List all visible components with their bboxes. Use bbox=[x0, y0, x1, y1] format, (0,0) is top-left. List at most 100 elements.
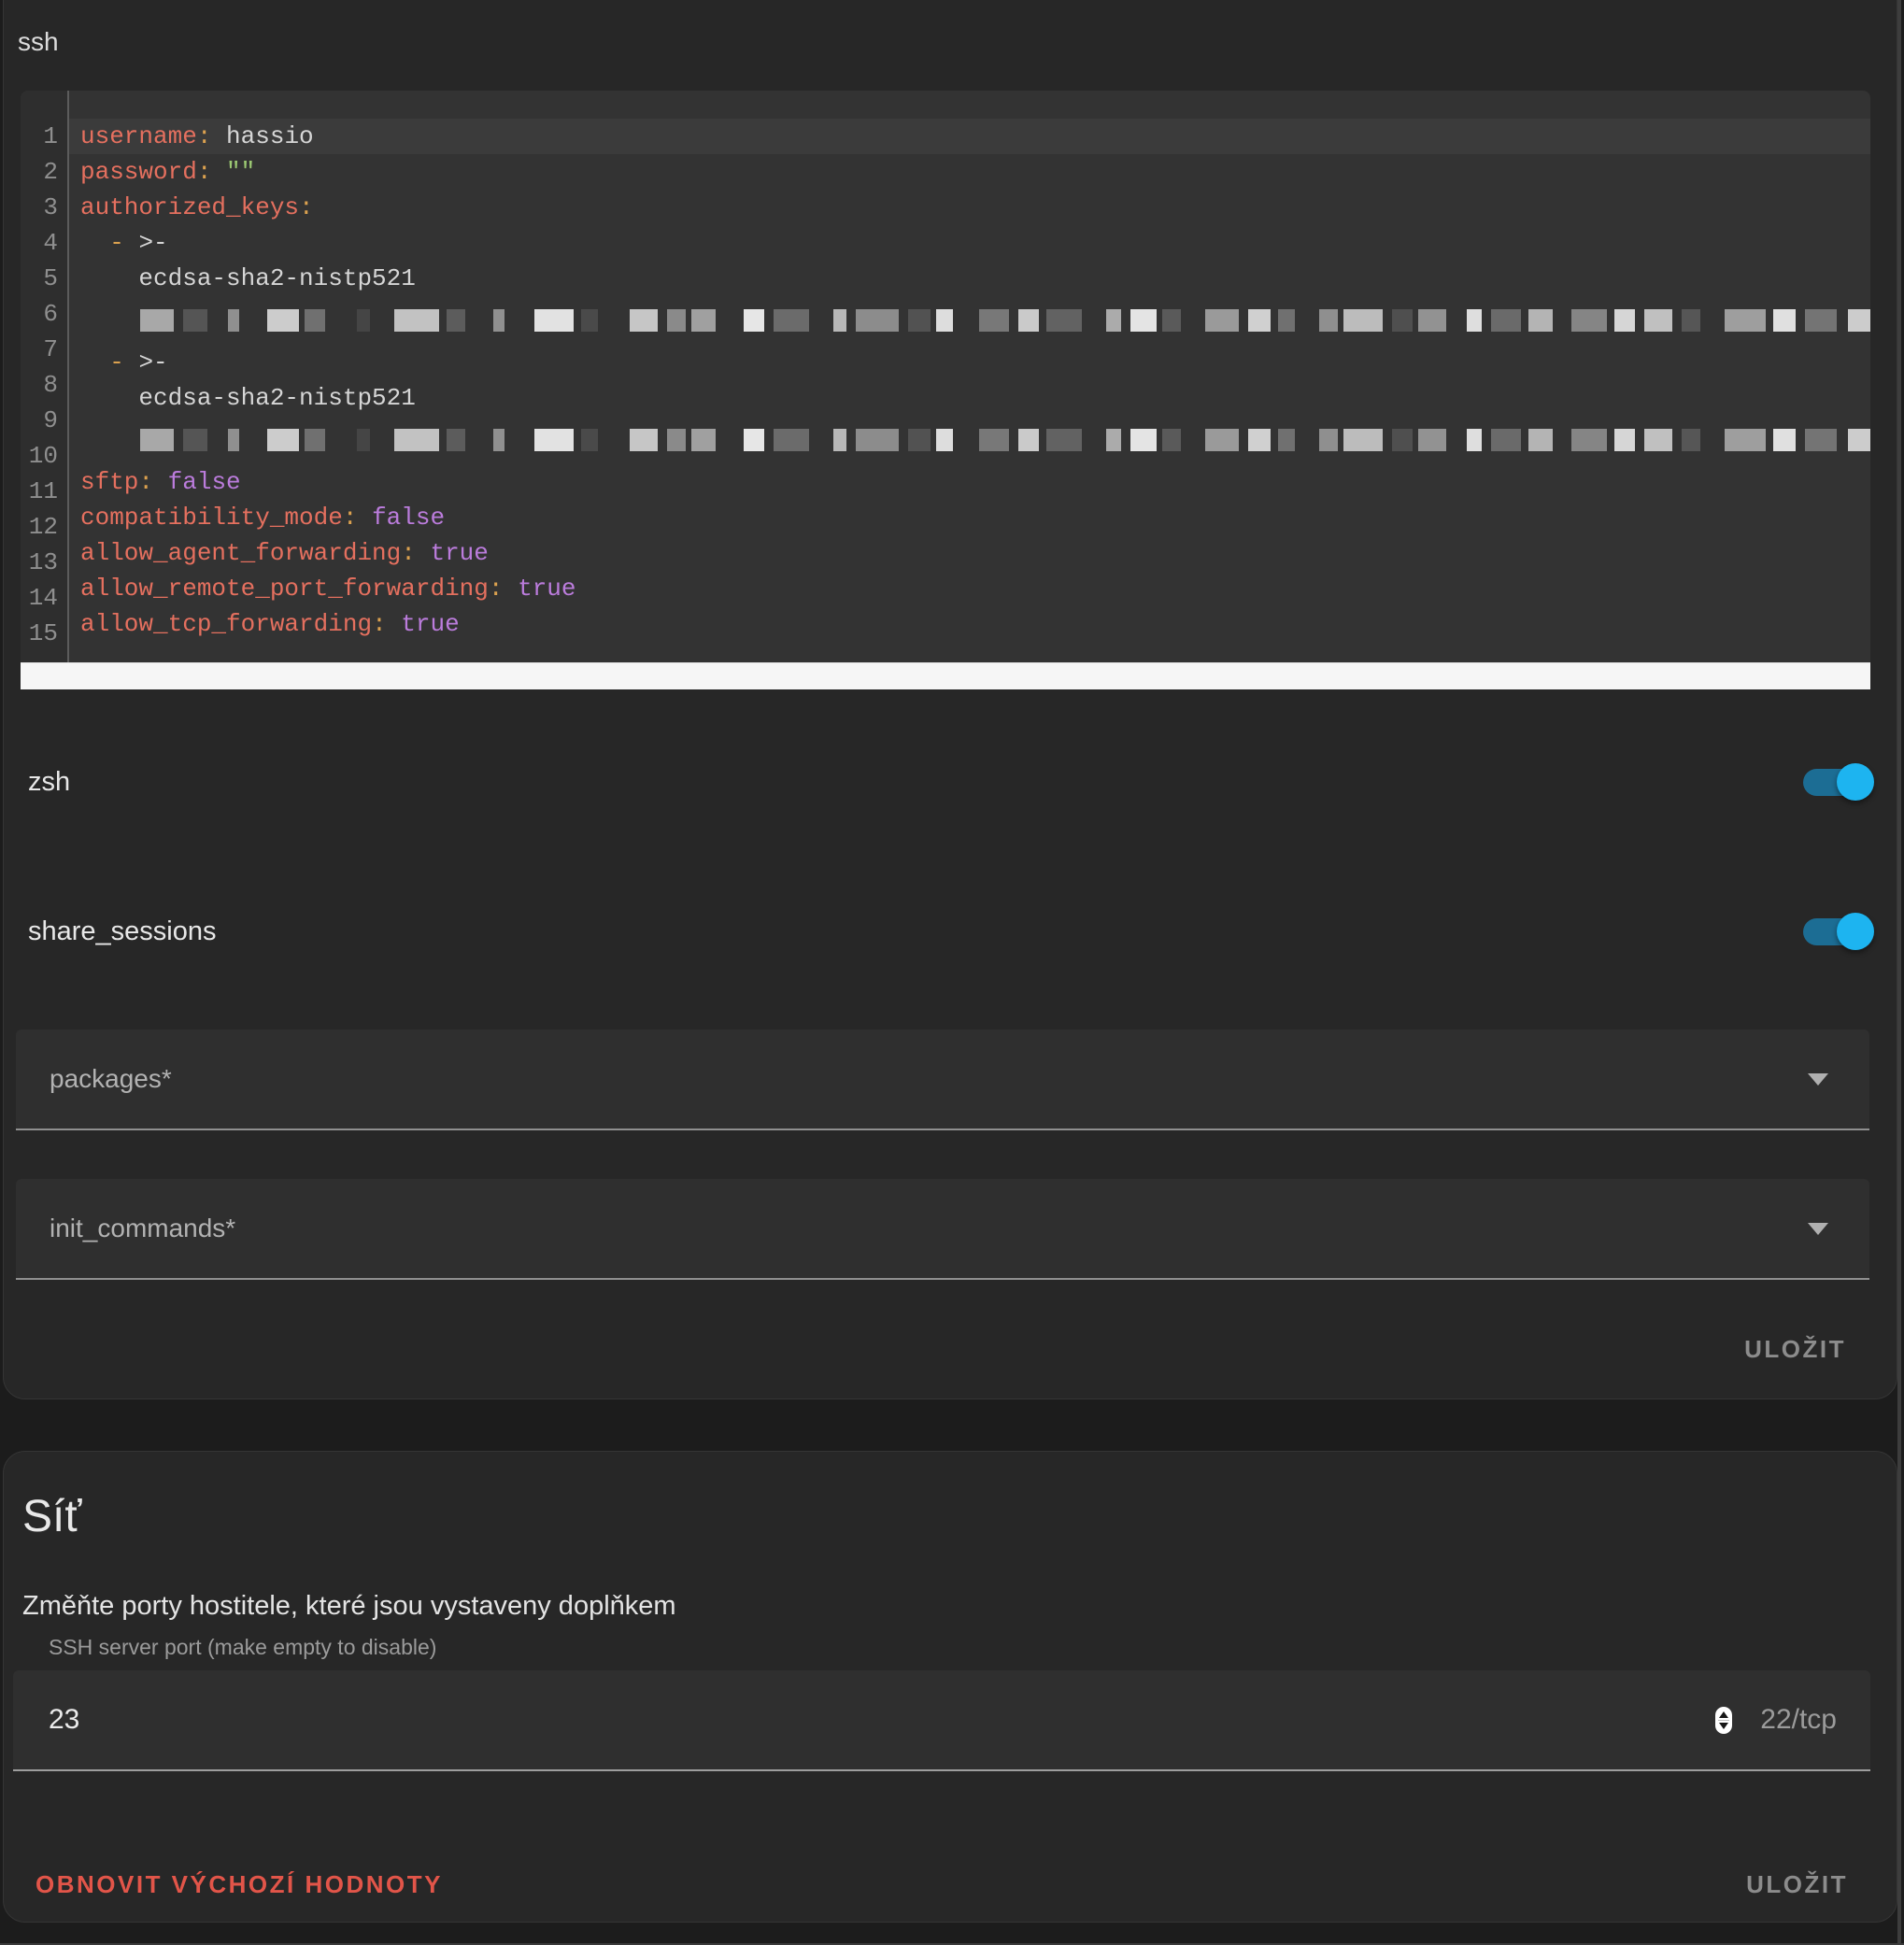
token-bool: true bbox=[387, 610, 460, 638]
ssh-port-value[interactable]: 23 bbox=[13, 1704, 1715, 1736]
redacted-block bbox=[744, 429, 764, 451]
redacted-ssh-key bbox=[140, 309, 1870, 332]
editor-line: - >- bbox=[69, 345, 1870, 380]
redacted-block bbox=[493, 429, 504, 451]
token-bool: true bbox=[416, 539, 489, 567]
line-number: 4 bbox=[21, 225, 58, 261]
toggle-thumb bbox=[1837, 913, 1874, 950]
redacted-block bbox=[833, 309, 846, 332]
redacted-block bbox=[357, 429, 370, 451]
redacted-block bbox=[1392, 309, 1413, 332]
save-config-button[interactable]: ULOŽIT bbox=[1727, 1322, 1863, 1377]
save-network-button[interactable]: ULOŽIT bbox=[1729, 1857, 1865, 1912]
token-plain: ecdsa-sha2-nistp521 bbox=[80, 384, 416, 412]
redacted-block bbox=[1614, 309, 1635, 332]
redacted-block bbox=[1130, 429, 1157, 451]
ssh-port-input[interactable]: 23 22/tcp bbox=[13, 1670, 1870, 1771]
redacted-block bbox=[630, 309, 658, 332]
redacted-block bbox=[979, 309, 1009, 332]
token-bool: false bbox=[153, 468, 241, 496]
page-scrollbar[interactable] bbox=[1897, 0, 1901, 1945]
token-key: compatibility_mode bbox=[80, 504, 343, 532]
yaml-config-editor[interactable]: 123456789101112131415 username: hassiopa… bbox=[21, 91, 1870, 689]
redacted-block bbox=[1805, 309, 1837, 332]
token-string: "" bbox=[211, 158, 255, 186]
redacted-block bbox=[447, 429, 465, 451]
redacted-block bbox=[774, 429, 809, 451]
port-stepper[interactable] bbox=[1715, 1707, 1732, 1734]
line-number: 7 bbox=[21, 332, 58, 367]
redacted-block bbox=[1278, 309, 1295, 332]
redacted-block bbox=[1571, 429, 1607, 451]
redacted-block bbox=[1418, 309, 1446, 332]
redacted-block bbox=[908, 309, 931, 332]
share-sessions-label: share_sessions bbox=[28, 916, 217, 947]
editor-line: authorized_keys: bbox=[69, 190, 1870, 225]
network-card: Síť Změňte porty hostitele, které jsou v… bbox=[3, 1451, 1897, 1923]
redacted-block bbox=[691, 429, 716, 451]
redacted-block bbox=[691, 309, 716, 332]
editor-line bbox=[69, 642, 1870, 662]
redacted-block bbox=[1467, 429, 1482, 451]
container-port-label: 22/tcp bbox=[1732, 1704, 1870, 1736]
token-colon: : bbox=[401, 539, 416, 567]
ssh-config-card: ssh 123456789101112131415 username: hass… bbox=[3, 0, 1897, 1399]
redacted-block bbox=[774, 309, 809, 332]
token-colon: : bbox=[343, 504, 358, 532]
token-plain bbox=[80, 348, 109, 376]
editor-line: allow_tcp_forwarding: true bbox=[69, 606, 1870, 642]
editor-line: allow_agent_forwarding: true bbox=[69, 535, 1870, 571]
share-sessions-toggle[interactable] bbox=[1803, 913, 1870, 950]
redacted-block bbox=[1392, 429, 1413, 451]
redacted-block bbox=[1278, 429, 1295, 451]
line-number: 2 bbox=[21, 154, 58, 190]
redacted-block bbox=[1725, 429, 1766, 451]
editor-horizontal-scrollbar[interactable] bbox=[21, 662, 1870, 689]
ssh-config-label: ssh bbox=[4, 0, 1897, 57]
redacted-block bbox=[667, 309, 686, 332]
zsh-toggle[interactable] bbox=[1803, 763, 1870, 801]
line-number: 13 bbox=[21, 545, 58, 580]
redacted-block bbox=[1162, 429, 1181, 451]
editor-line bbox=[69, 429, 1870, 464]
ssh-port-helper-text: SSH server port (make empty to disable) bbox=[4, 1622, 1897, 1660]
token-bool: true bbox=[503, 575, 575, 603]
token-key: username bbox=[80, 122, 197, 150]
reset-defaults-button[interactable]: OBNOVIT VÝCHOZÍ HODNOTY bbox=[19, 1857, 460, 1912]
editor-line: username: hassio bbox=[69, 119, 1870, 154]
redacted-block bbox=[140, 429, 174, 451]
stepper-down-icon[interactable] bbox=[1719, 1723, 1728, 1729]
token-colon: : bbox=[489, 575, 504, 603]
redacted-block bbox=[1418, 429, 1446, 451]
token-colon: : bbox=[197, 158, 212, 186]
line-number: 9 bbox=[21, 403, 58, 438]
init-commands-select[interactable]: init_commands* bbox=[16, 1179, 1869, 1280]
redacted-block bbox=[1162, 309, 1181, 332]
redacted-block bbox=[1046, 429, 1082, 451]
redacted-block bbox=[1725, 309, 1766, 332]
redacted-block bbox=[1248, 309, 1271, 332]
redacted-block bbox=[534, 309, 574, 332]
line-number: 11 bbox=[21, 474, 58, 509]
editor-line bbox=[69, 309, 1870, 345]
redacted-block bbox=[1205, 429, 1239, 451]
redacted-block bbox=[1106, 429, 1121, 451]
editor-body: 123456789101112131415 username: hassiopa… bbox=[21, 91, 1870, 662]
editor-code-area[interactable]: username: hassiopassword: ""authorized_k… bbox=[69, 91, 1870, 662]
redacted-block bbox=[228, 309, 239, 332]
packages-select[interactable]: packages* bbox=[16, 1029, 1869, 1130]
line-number: 14 bbox=[21, 580, 58, 616]
redacted-block bbox=[1248, 429, 1271, 451]
stepper-up-icon[interactable] bbox=[1719, 1711, 1728, 1718]
line-number: 5 bbox=[21, 261, 58, 296]
redacted-block bbox=[1848, 429, 1870, 451]
redacted-block bbox=[1848, 309, 1870, 332]
redacted-block bbox=[1106, 309, 1121, 332]
redacted-block bbox=[1773, 429, 1796, 451]
token-bool: false bbox=[357, 504, 445, 532]
redacted-block bbox=[1644, 309, 1672, 332]
line-number: 12 bbox=[21, 509, 58, 545]
redacted-block bbox=[305, 429, 325, 451]
zsh-label: zsh bbox=[28, 767, 70, 798]
redacted-block bbox=[908, 429, 931, 451]
